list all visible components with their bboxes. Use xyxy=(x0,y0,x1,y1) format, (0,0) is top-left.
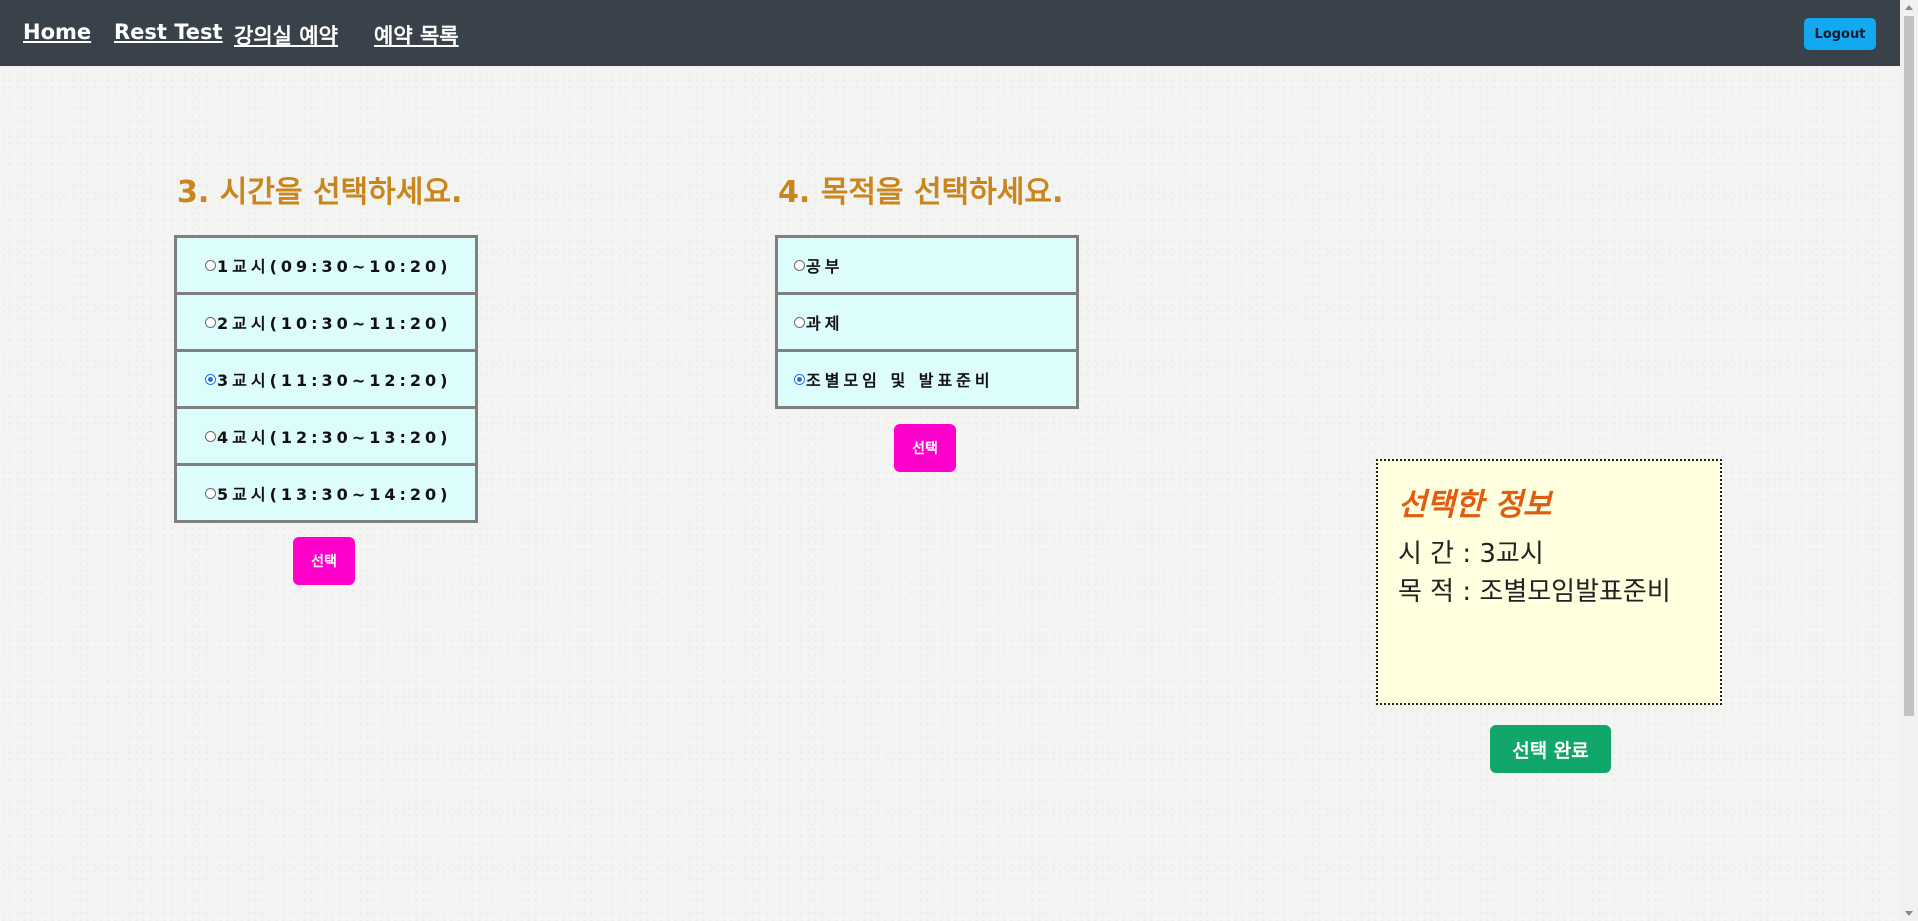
time-option-label: 1교시(09:30~10:20) xyxy=(217,257,452,276)
selected-info-box: 선택한 정보 시 간 : 3교시 목 적 : 조별모임발표준비 xyxy=(1376,459,1722,705)
time-option-label: 5교시(13:30~14:20) xyxy=(217,485,452,504)
time-option-row[interactable]: 2교시(10:30~11:20) xyxy=(177,295,475,352)
radio-button-checked[interactable] xyxy=(205,373,216,385)
radio-button[interactable] xyxy=(205,430,216,442)
radio-button[interactable] xyxy=(794,316,805,328)
scroll-thumb[interactable] xyxy=(1904,16,1914,716)
scroll-up-arrow-icon[interactable] xyxy=(1905,5,1913,10)
time-option-label: 4교시(12:30~13:20) xyxy=(217,428,452,447)
time-section-heading: 3. 시간을 선택하세요. xyxy=(177,175,463,210)
purpose-option-label: 과제 xyxy=(806,314,844,333)
time-option-label: 3교시(11:30~12:20) xyxy=(217,371,452,390)
time-option-row[interactable]: 3교시(11:30~12:20) xyxy=(177,352,475,409)
selection-complete-button[interactable]: 선택 완료 xyxy=(1490,725,1611,773)
time-option-label: 2교시(10:30~11:20) xyxy=(217,314,452,333)
radio-button-checked[interactable] xyxy=(794,373,805,385)
radio-button[interactable] xyxy=(205,316,216,328)
purpose-select-button[interactable]: 선택 xyxy=(894,424,956,472)
purpose-option-row[interactable]: 조별모임 및 발표준비 xyxy=(778,352,1076,406)
time-option-row[interactable]: 5교시(13:30~14:20) xyxy=(177,466,475,520)
nav-link-reservation-list[interactable]: 예약 목록 xyxy=(374,20,459,50)
purpose-option-label: 공부 xyxy=(806,257,844,276)
time-option-row[interactable]: 4교시(12:30~13:20) xyxy=(177,409,475,466)
selected-info-title: 선택한 정보 xyxy=(1398,487,1552,523)
nav-link-room-reservation[interactable]: 강의실 예약 xyxy=(234,20,338,50)
vertical-scrollbar[interactable] xyxy=(1900,0,1918,921)
time-select-button[interactable]: 선택 xyxy=(293,537,355,585)
time-option-row[interactable]: 1교시(09:30~10:20) xyxy=(177,238,475,295)
purpose-section-heading: 4. 목적을 선택하세요. xyxy=(778,175,1064,210)
scroll-down-arrow-icon[interactable] xyxy=(1905,911,1913,916)
purpose-option-row[interactable]: 과제 xyxy=(778,295,1076,352)
radio-button[interactable] xyxy=(205,487,216,499)
radio-button[interactable] xyxy=(794,259,805,271)
purpose-options-table: 공부 과제 조별모임 및 발표준비 xyxy=(775,235,1079,409)
nav-link-rest-test[interactable]: Rest Test xyxy=(114,20,223,44)
purpose-option-row[interactable]: 공부 xyxy=(778,238,1076,295)
radio-button[interactable] xyxy=(205,259,216,271)
nav-link-home[interactable]: Home xyxy=(23,20,91,44)
time-options-table: 1교시(09:30~10:20) 2교시(10:30~11:20) 3교시(11… xyxy=(174,235,478,523)
purpose-option-label: 조별모임 및 발표준비 xyxy=(806,371,994,390)
selected-purpose-value: 목 적 : 조별모임발표준비 xyxy=(1398,577,1671,607)
top-navbar: Home Rest Test 강의실 예약 예약 목록 Logout xyxy=(0,0,1900,66)
logout-button[interactable]: Logout xyxy=(1804,18,1876,50)
selected-time-value: 시 간 : 3교시 xyxy=(1398,539,1544,569)
